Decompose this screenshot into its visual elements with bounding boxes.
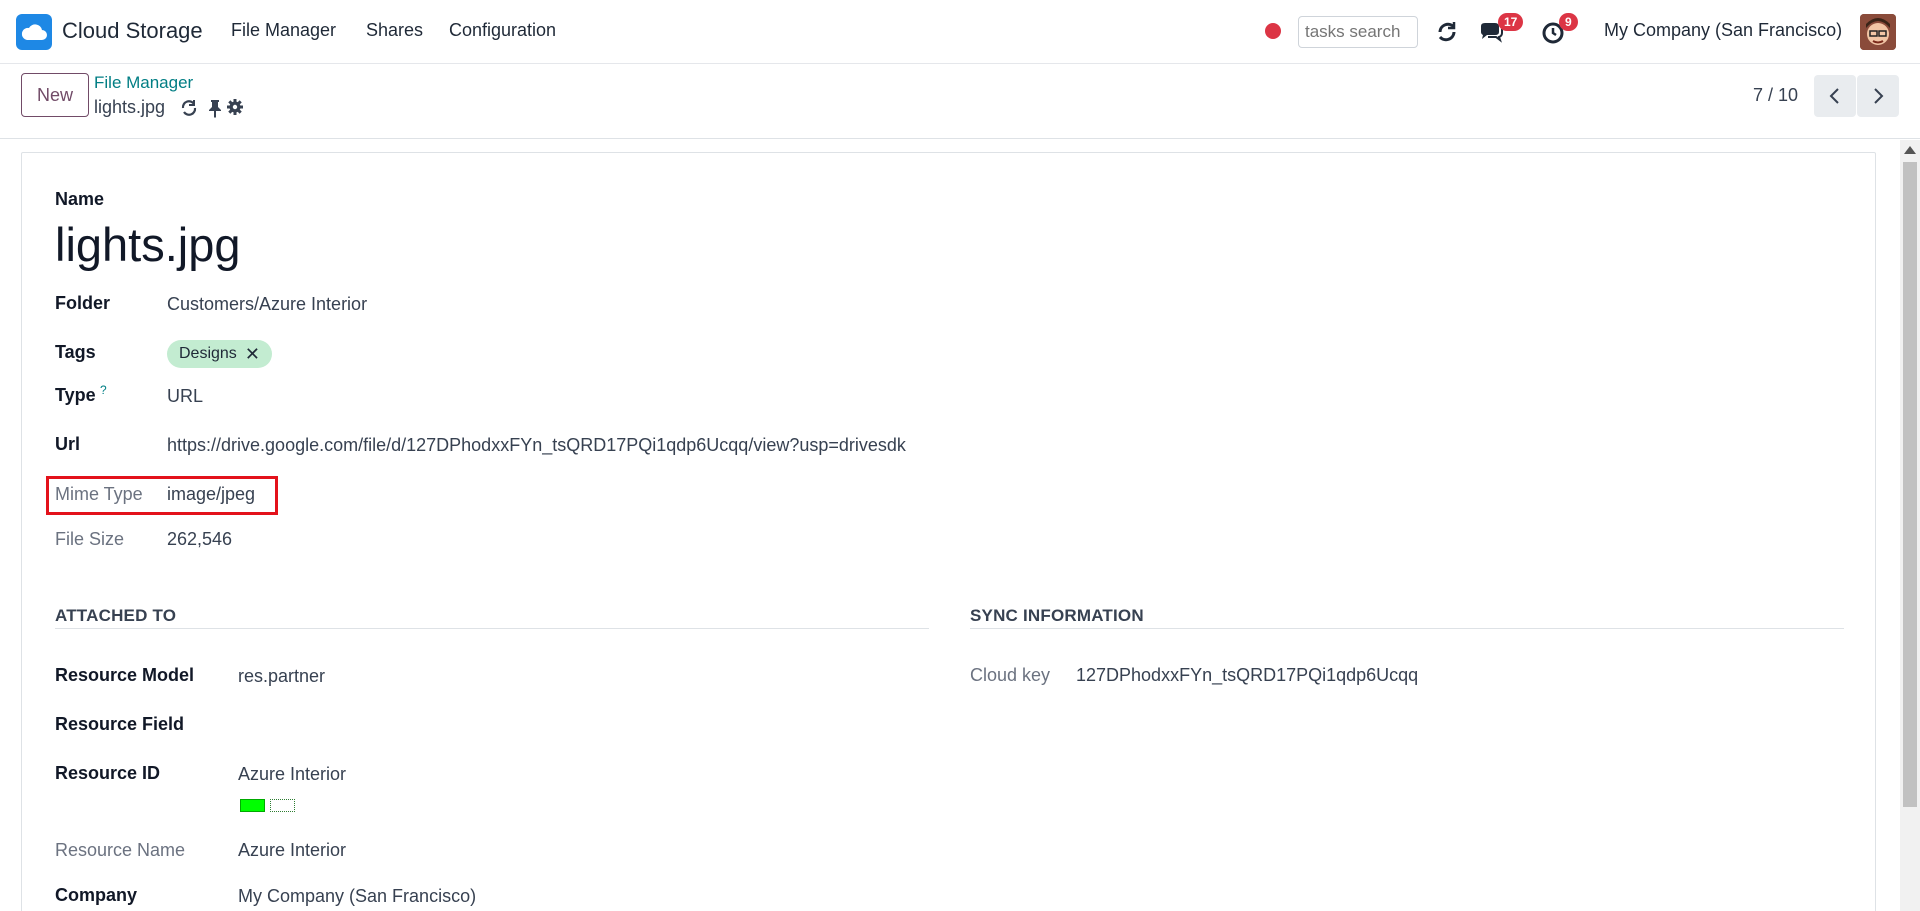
sync-information-divider	[970, 628, 1844, 629]
resource-model-field[interactable]: res.partner	[238, 666, 325, 687]
resource-model-label: Resource Model	[55, 665, 195, 685]
refresh-icon[interactable]	[1432, 17, 1462, 47]
chevron-right-icon	[1874, 88, 1884, 104]
tasks-search-input[interactable]	[1298, 16, 1418, 48]
folder-label: Folder	[55, 293, 111, 313]
breadcrumb-current: lights.jpg	[94, 97, 166, 117]
resource-field-label: Resource Field	[55, 714, 185, 734]
file-size-label: File Size	[55, 529, 125, 549]
close-icon[interactable]: ✕	[245, 344, 260, 365]
name-label: Name	[55, 189, 105, 209]
url-label: Url	[55, 434, 81, 454]
cloud-key-label: Cloud key	[970, 665, 1051, 685]
menu-shares[interactable]: Shares	[366, 20, 423, 41]
resource-id-field[interactable]: Azure Interior	[238, 764, 346, 785]
resource-id-indicator	[240, 799, 265, 812]
type-help-icon[interactable]: ?	[100, 383, 107, 397]
resource-name-field: Azure Interior	[238, 840, 347, 860]
pager-value[interactable]: 7 / 10	[1753, 85, 1798, 106]
file-size-field: 262,546	[167, 529, 233, 549]
form-sheet	[21, 152, 1876, 911]
company-field[interactable]: My Company (San Francisco)	[238, 886, 476, 907]
user-avatar[interactable]	[1860, 14, 1896, 50]
refresh-record-icon[interactable]	[179, 98, 199, 123]
control-panel-divider	[0, 138, 1920, 139]
menu-file-manager[interactable]: File Manager	[231, 20, 336, 41]
company-switcher[interactable]: My Company (San Francisco)	[1604, 20, 1842, 41]
messages-badge: 17	[1498, 13, 1524, 31]
top-navbar: Cloud Storage File Manager Shares Config…	[0, 0, 1920, 64]
gear-icon[interactable]	[226, 98, 244, 121]
tags-label: Tags	[55, 342, 96, 362]
type-label: Type	[55, 385, 96, 405]
activity-clock-icon[interactable]: 9	[1541, 13, 1578, 47]
attached-to-section-title: ATTACHED TO	[55, 606, 177, 625]
app-name[interactable]: Cloud Storage	[62, 18, 203, 44]
sync-information-section-title: SYNC INFORMATION	[970, 606, 1144, 625]
resource-id-placeholder	[270, 799, 295, 812]
type-field[interactable]: URL	[167, 386, 203, 407]
folder-field[interactable]: Customers/Azure Interior	[167, 294, 367, 315]
tag-label: Designs	[179, 345, 237, 362]
chevron-left-icon	[1829, 88, 1839, 104]
recording-indicator[interactable]	[1265, 23, 1281, 39]
cloud-key-field: 127DPhodxxFYn_tsQRD17PQi1qdp6Ucqq	[1076, 665, 1419, 685]
scroll-up-arrow-icon[interactable]	[1904, 146, 1916, 154]
messages-icon[interactable]: 17	[1478, 13, 1524, 47]
pager-next-button[interactable]	[1857, 75, 1899, 117]
record-name-field[interactable]: lights.jpg	[55, 217, 241, 272]
breadcrumb-file-manager[interactable]: File Manager	[94, 73, 193, 93]
attached-to-divider	[55, 628, 929, 629]
menu-configuration[interactable]: Configuration	[449, 20, 556, 41]
scrollbar-thumb[interactable]	[1903, 162, 1917, 807]
url-field[interactable]: https://drive.google.com/file/d/127DPhod…	[167, 435, 906, 456]
company-label: Company	[55, 885, 138, 905]
activities-badge: 9	[1559, 13, 1578, 31]
mime-type-label: Mime Type	[55, 484, 143, 504]
mime-type-field: image/jpeg	[167, 484, 256, 504]
pager-previous-button[interactable]	[1814, 75, 1856, 117]
resource-id-label: Resource ID	[55, 763, 161, 783]
resource-name-label: Resource Name	[55, 840, 186, 860]
tag-designs[interactable]: Designs ✕	[167, 340, 272, 368]
new-button[interactable]: New	[21, 73, 89, 117]
pin-icon[interactable]	[207, 98, 223, 123]
cloud-icon[interactable]	[16, 14, 52, 50]
